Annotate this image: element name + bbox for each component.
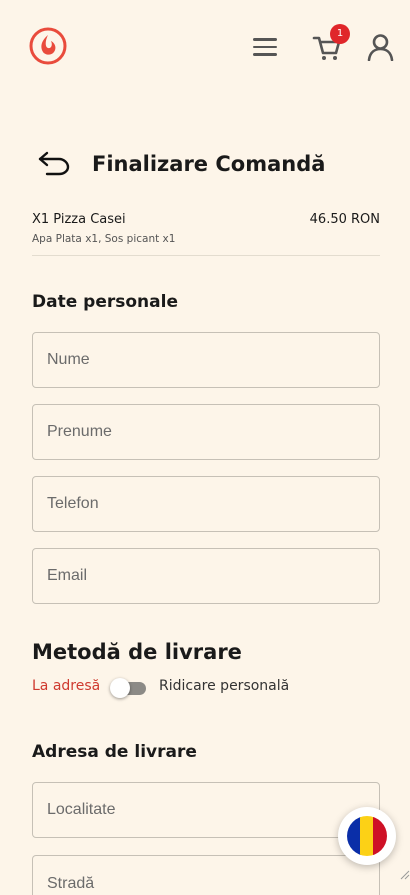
delivery-method-switch[interactable] [110,678,148,698]
cart-count-badge: 1 [330,24,350,44]
divider [32,255,380,256]
city-field[interactable] [32,782,380,838]
last-name-field[interactable] [32,404,380,460]
language-selector-button[interactable] [338,807,396,865]
first-name-field[interactable] [32,332,380,388]
phone-field[interactable] [32,476,380,532]
street-field[interactable] [32,855,380,895]
back-arrow-icon[interactable] [37,149,71,177]
order-item-price: 46.50 RON [309,212,380,227]
resize-handle-icon [400,870,410,880]
delivery-option-pickup[interactable]: Ridicare personală [159,678,289,694]
brand-logo-icon[interactable] [29,27,67,65]
user-account-icon[interactable] [367,33,394,61]
delivery-option-address[interactable]: La adresă [32,678,100,694]
page-title: Finalizare Comandă [92,152,326,176]
order-item-extras: Apa Plata x1, Sos picant x1 [32,233,176,245]
personal-data-heading: Date personale [32,292,178,312]
delivery-method-heading: Metodă de livrare [32,640,242,664]
order-summary-item: X1 Pizza Casei 46.50 RON Apa Plata x1, S… [32,212,380,245]
header: 1 [0,0,410,95]
menu-icon[interactable] [253,38,277,56]
delivery-address-heading: Adresa de livrare [32,742,197,762]
email-field[interactable] [32,548,380,604]
romania-flag-icon [347,816,387,856]
